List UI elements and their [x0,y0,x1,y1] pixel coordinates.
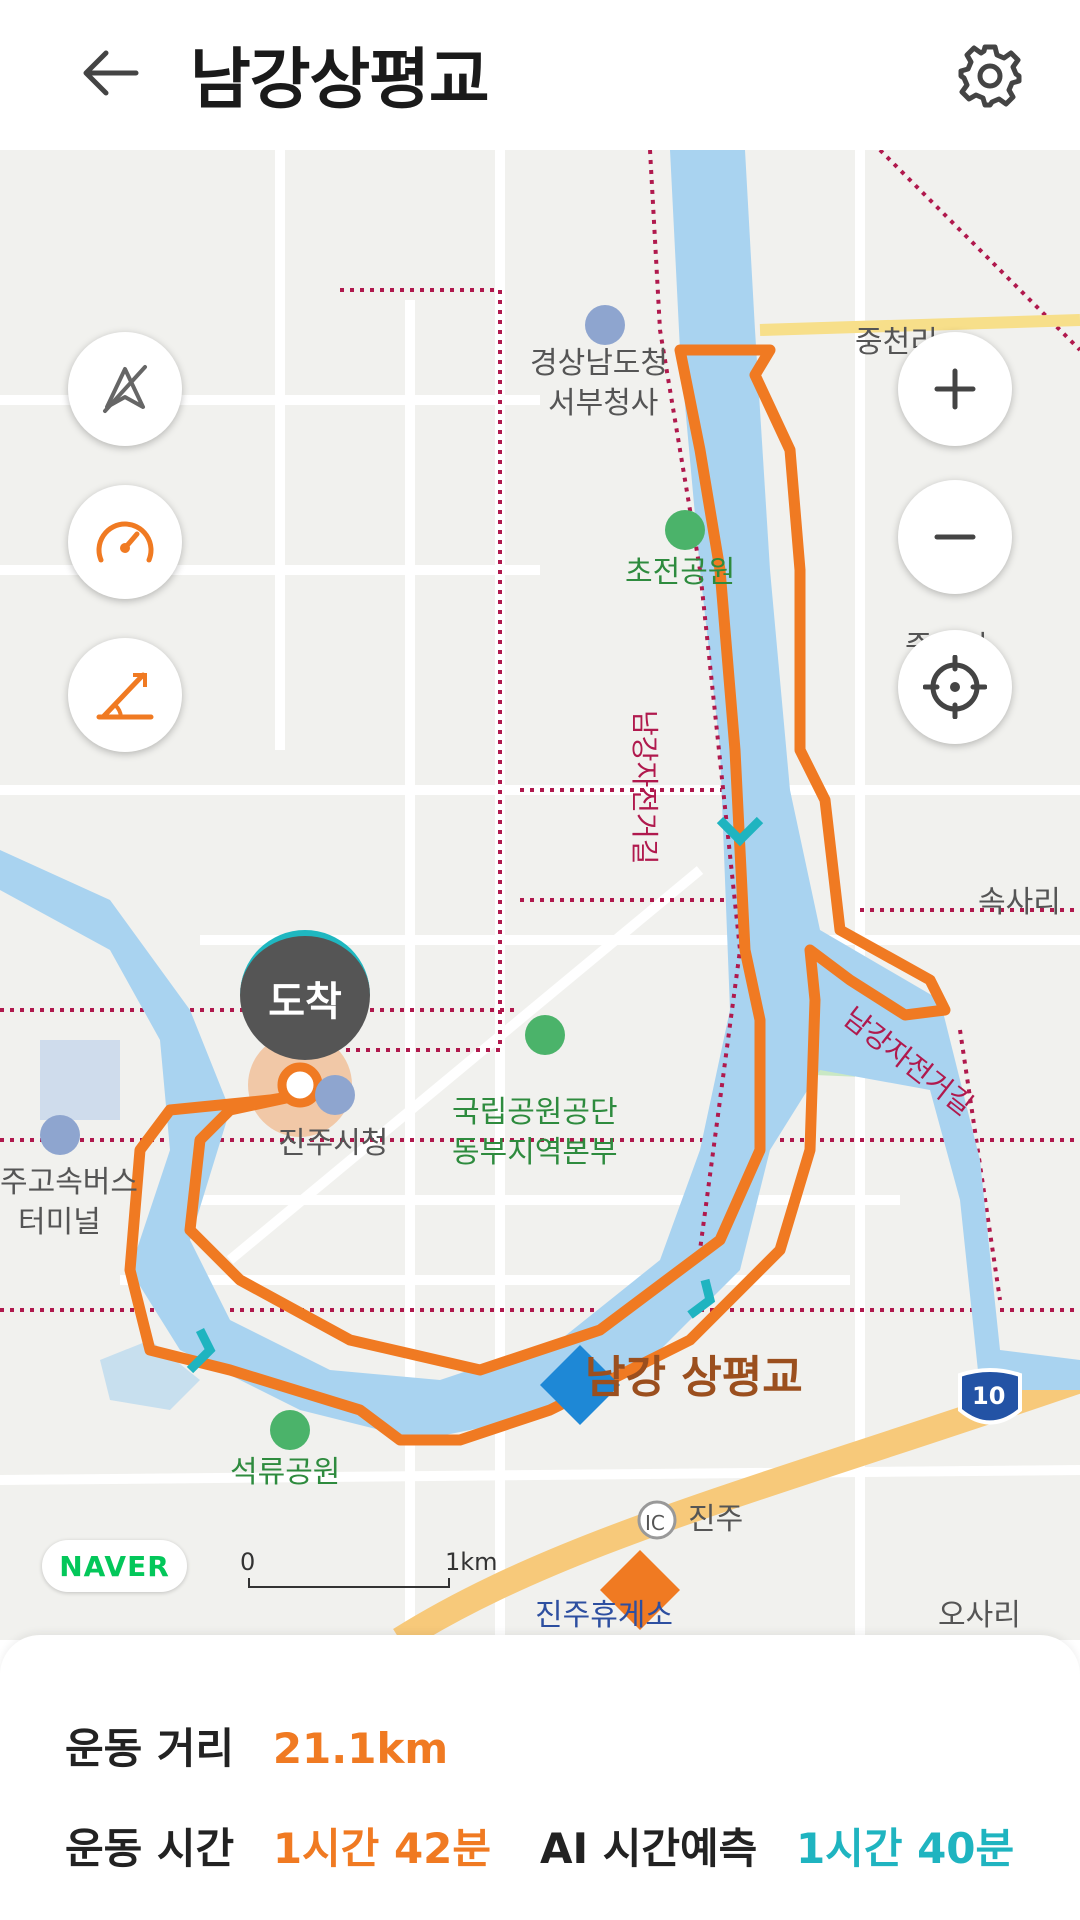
arrow-left-icon [83,50,139,96]
destination-marker[interactable]: 도착 [240,930,370,1060]
crosshair-icon [923,655,987,719]
label-dongbu: 동부지역본부 [452,1135,618,1170]
zoom-in-button[interactable] [898,332,1012,446]
gear-icon [958,44,1022,108]
locate-button[interactable] [898,630,1012,744]
slope-button[interactable] [68,638,182,752]
label-bus-terminal-2: 터미널 [18,1205,101,1240]
label-jinju-cityhall: 진주시청 [278,1126,389,1161]
label-jinju-ic: 진주 [688,1502,744,1537]
label-gyeongnam: 경상남도청 [530,346,668,381]
compass-off-icon [103,365,147,413]
time-stat: 운동 시간 1시간 42분 [65,1815,491,1876]
distance-label: 운동 거리 [65,1724,235,1773]
naver-logo: NAVER [42,1540,187,1592]
label-ic-badge: IC [645,1511,665,1535]
distance-value: 21.1km [272,1724,449,1773]
scale-bar [248,1578,450,1588]
label-rest-area: 진주휴게소 [535,1598,673,1633]
scale-end: 1km [445,1548,498,1576]
label-seokryu-park: 석류공원 [230,1455,341,1490]
route-name-label: 남강 상평교 [585,1352,803,1403]
ai-label: AI 시간예측 [540,1824,758,1873]
minus-icon [934,534,976,540]
label-chojeon-park: 초전공원 [625,555,736,590]
label-seobu: 서부청사 [548,386,659,421]
label-osa: 오사리 [938,1598,1021,1633]
label-soksa: 속사리 [978,885,1061,920]
zoom-out-button[interactable] [898,480,1012,594]
ai-estimate-stat: AI 시간예측 1시간 40분 [540,1815,1014,1876]
back-button[interactable] [70,38,150,108]
app-header: 남강상평교 [0,0,1080,150]
time-value: 1시간 42분 [272,1824,492,1873]
label-bike-road-1: 남강자전거길 [628,710,661,865]
highway-number: 10 [972,1382,1006,1410]
distance-stat: 운동 거리 21.1km [65,1715,448,1776]
label-bus-terminal-1: 주고속버스 [0,1165,138,1200]
ai-value: 1시간 40분 [795,1824,1015,1873]
page-title: 남강상평교 [190,41,490,118]
plus-icon [934,368,976,410]
compass-button[interactable] [68,332,182,446]
label-national-park: 국립공원공단 [452,1095,618,1130]
map-scale: 0 1km [240,1548,498,1588]
map-view[interactable]: 경상남도청 서부청사 초전공원 국립공원공단 동부지역본부 진주시청 주고속버스… [0,150,1080,1640]
speed-button[interactable] [68,485,182,599]
slope-icon [96,672,154,720]
settings-button[interactable] [950,36,1030,116]
workout-stats-panel: 운동 거리 21.1km 운동 시간 1시간 42분 AI 시간예측 1시간 4… [0,1635,1080,1920]
scale-start: 0 [240,1548,256,1576]
speedometer-icon [96,521,154,563]
time-label: 운동 시간 [65,1824,235,1873]
